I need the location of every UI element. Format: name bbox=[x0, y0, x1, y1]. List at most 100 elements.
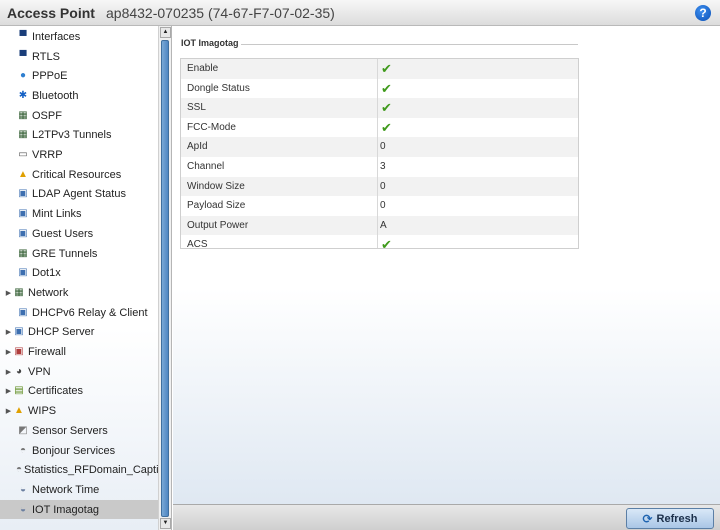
column-separator bbox=[377, 117, 378, 138]
table-row: Output Power A bbox=[181, 215, 578, 236]
sidebar-item[interactable]: ▣ Dot1x bbox=[0, 263, 158, 283]
expand-arrow-icon[interactable]: ▶ bbox=[5, 348, 12, 356]
expand-arrow-icon[interactable]: ▶ bbox=[5, 328, 12, 336]
checkmark-icon: ✔ bbox=[381, 100, 392, 116]
sidebar-item-label: PPPoE bbox=[32, 70, 68, 83]
table-row: Channel 3 bbox=[181, 157, 578, 177]
sidebar-item[interactable]: ▶ ◕ VPN bbox=[0, 362, 158, 382]
column-separator bbox=[377, 196, 378, 216]
sidebar-item-label: WIPS bbox=[28, 405, 57, 418]
sidebar-item[interactable]: ◩ Sensor Servers bbox=[0, 421, 158, 441]
scroll-thumb[interactable] bbox=[161, 40, 169, 517]
expand-arrow-icon[interactable]: ▶ bbox=[5, 289, 12, 297]
column-separator bbox=[377, 98, 378, 118]
app-title: Access Point bbox=[7, 5, 95, 21]
sidebar-item-label: IOT Imagotag bbox=[32, 503, 100, 516]
property-name: Channel bbox=[187, 161, 225, 172]
sidebar-item[interactable]: ▶ ▣ DHCP Server bbox=[0, 323, 158, 343]
sidebar-item[interactable]: ▭ VRRP bbox=[0, 145, 158, 165]
sidebar-item[interactable]: ▀ Interfaces bbox=[0, 27, 158, 47]
property-value: 3 bbox=[380, 161, 386, 172]
iot-imagotag-icon: ◒ bbox=[19, 503, 27, 515]
sidebar-item-label: Bluetooth bbox=[32, 89, 79, 102]
sidebar-item[interactable]: ◒ IOT Imagotag bbox=[0, 499, 158, 520]
help-icon[interactable]: ? bbox=[695, 5, 711, 21]
sidebar-item[interactable]: ◓ Bonjour Services bbox=[0, 441, 158, 461]
sidebar-item[interactable]: ◒ Network Time bbox=[0, 480, 158, 500]
table-row: Payload Size 0 bbox=[181, 196, 578, 216]
expand-arrow-icon[interactable]: ▶ bbox=[5, 368, 12, 376]
interfaces-icon: ▀ bbox=[19, 30, 27, 42]
ospf-icon: ▦ bbox=[18, 109, 28, 121]
checkmark-icon: ✔ bbox=[381, 237, 392, 249]
section-title: IOT Imagotag bbox=[181, 38, 239, 48]
sidebar-item[interactable]: ▣ Guest Users bbox=[0, 224, 158, 244]
sidebar-item[interactable]: ● PPPoE bbox=[0, 66, 158, 86]
sidebar-item[interactable]: ▣ DHCPv6 Relay & Client bbox=[0, 303, 158, 323]
table-row: Enable ✔ bbox=[181, 59, 578, 79]
sidebar-item[interactable]: ▶ ▤ Certificates bbox=[0, 382, 158, 402]
table-row: ACS ✔ bbox=[181, 235, 578, 249]
sidebar-item[interactable]: ▣ Mint Links bbox=[0, 204, 158, 224]
refresh-icon: ⟳ bbox=[642, 511, 653, 526]
sidebar-item-label: Certificates bbox=[28, 385, 84, 398]
property-name: SSL bbox=[187, 102, 206, 114]
sensor-servers-icon: ◩ bbox=[18, 424, 28, 436]
property-name: ACS bbox=[187, 239, 208, 249]
sidebar-item-label: OSPF bbox=[32, 109, 62, 122]
sidebar-item-label: DHCP Server bbox=[28, 326, 95, 339]
sidebar-nav-list: ▀ Interfaces ▀ RTLS ● PPPoE ✱ Bluetooth ▦ OSPF ▦ L2… bbox=[0, 26, 158, 530]
sidebar-item-label: RTLS bbox=[32, 50, 60, 63]
main-panel: IOT Imagotag Enable ✔ Dongle Status ✔ SSL ✔ FC… bbox=[173, 26, 720, 504]
sidebar-item-label: LDAP Agent Status bbox=[32, 188, 126, 201]
rtls-icon: ▀ bbox=[19, 50, 27, 62]
sidebar-item[interactable]: ▣ LDAP Agent Status bbox=[0, 185, 158, 205]
certificates-icon: ▤ bbox=[14, 385, 24, 397]
table-row: Window Size 0 bbox=[181, 176, 578, 197]
refresh-button[interactable]: ⟳ Refresh bbox=[626, 508, 714, 529]
sidebar-item-label: Network Time bbox=[32, 483, 100, 496]
scroll-up-button[interactable]: ▲ bbox=[160, 27, 171, 38]
property-name: FCC-Mode bbox=[187, 121, 236, 133]
property-name: Dongle Status bbox=[187, 82, 250, 94]
sidebar-item[interactable]: ▀ RTLS bbox=[0, 47, 158, 67]
property-value: 0 bbox=[380, 141, 386, 153]
sidebar-item[interactable]: ✱ Bluetooth bbox=[0, 86, 158, 106]
checkmark-icon: ✔ bbox=[381, 119, 392, 135]
property-value: 0 bbox=[380, 200, 386, 212]
sidebar-item[interactable]: ▶ ▲ WIPS bbox=[0, 401, 158, 421]
property-name: Output Power bbox=[187, 219, 249, 231]
sidebar-item[interactable]: ▦ OSPF bbox=[0, 106, 158, 126]
checkmark-icon: ✔ bbox=[381, 61, 392, 76]
sidebar-item[interactable]: ▶ ▦ Network bbox=[0, 283, 158, 303]
sidebar-item[interactable]: ▶ ▣ Firewall bbox=[0, 342, 158, 362]
firewall-icon: ▣ bbox=[14, 346, 24, 358]
table-row: ApId 0 bbox=[181, 137, 578, 157]
expand-arrow-icon[interactable]: ▶ bbox=[5, 387, 12, 395]
dhcp-server-icon: ▣ bbox=[14, 326, 24, 338]
section-divider bbox=[241, 44, 578, 45]
sidebar-item[interactable]: ▦ GRE Tunnels bbox=[0, 244, 158, 264]
column-separator bbox=[377, 137, 378, 157]
sidebar-item[interactable]: ▲ Critical Resources bbox=[0, 165, 158, 185]
l2tpv3-tunnels-icon: ▦ bbox=[18, 129, 28, 141]
sidebar-item-label: Statistics_RFDomain_Capti bbox=[24, 464, 158, 477]
property-name: Payload Size bbox=[187, 200, 246, 212]
wips-icon: ▲ bbox=[14, 405, 24, 417]
column-separator bbox=[377, 176, 378, 197]
scroll-down-button[interactable]: ▼ bbox=[160, 518, 171, 529]
column-separator bbox=[377, 59, 378, 79]
network-time-icon: ◒ bbox=[19, 483, 27, 495]
gre-tunnels-icon: ▦ bbox=[18, 247, 28, 259]
title-bar: Access Point ap8432-070235 (74-67-F7-07-… bbox=[0, 0, 720, 26]
sidebar-item[interactable]: ▦ L2TPv3 Tunnels bbox=[0, 126, 158, 146]
sidebar-item-label: DHCPv6 Relay & Client bbox=[32, 306, 148, 319]
column-separator bbox=[377, 157, 378, 177]
expand-arrow-icon[interactable]: ▶ bbox=[5, 407, 12, 415]
network-icon: ▦ bbox=[14, 286, 24, 298]
table-row: FCC-Mode ✔ bbox=[181, 117, 578, 138]
sidebar-item-label: Mint Links bbox=[32, 208, 82, 221]
sidebar-item[interactable]: ◓ Statistics_RFDomain_Capti bbox=[0, 460, 158, 480]
sidebar-item-label: VPN bbox=[28, 365, 51, 378]
sidebar-scrollbar[interactable]: ▲ ▼ bbox=[158, 26, 171, 530]
